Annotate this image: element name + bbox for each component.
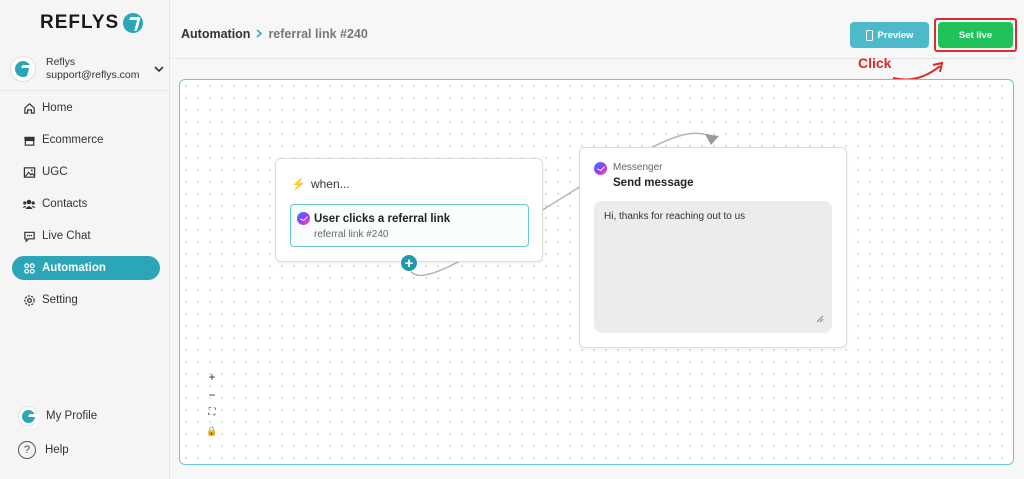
help-label: Help: [45, 444, 69, 456]
zoom-out-button[interactable]: −: [204, 386, 220, 404]
account-name: Reflys: [46, 56, 76, 68]
image-icon: [22, 165, 36, 179]
sidebar-item-label: Live Chat: [42, 230, 91, 242]
fit-view-button[interactable]: ⛶: [204, 404, 220, 422]
set-live-label: Set live: [958, 29, 993, 41]
trigger-event-detail: referral link #240: [314, 229, 389, 240]
sidebar-item-live-chat[interactable]: Live Chat: [12, 224, 160, 248]
chevron-down-icon[interactable]: [154, 62, 164, 76]
action-header: Messenger Send message: [594, 162, 694, 189]
zoom-in-button[interactable]: +: [204, 368, 220, 386]
canvas-controls: + − ⛶ 🔒: [204, 368, 220, 440]
sidebar-item-label: Automation: [42, 262, 106, 274]
sidebar-item-setting[interactable]: Setting: [12, 288, 160, 312]
brand-mark-icon: [123, 13, 144, 33]
add-step-button[interactable]: +: [400, 254, 418, 272]
brand-name: REFLYS: [40, 12, 120, 33]
trigger-event-row: User clicks a referral link: [297, 212, 450, 225]
sidebar-nav: Home Ecommerce UGC Contacts Live Chat Au…: [12, 96, 160, 320]
lightning-icon: ⚡: [291, 177, 306, 191]
sidebar-item-automation[interactable]: Automation: [12, 256, 160, 280]
account-switcher[interactable]: Reflys support@reflys.com: [8, 48, 168, 90]
sidebar: REFLYS Reflys support@reflys.com Home Ec…: [0, 0, 170, 479]
automation-icon: [22, 261, 36, 275]
gear-icon: [22, 293, 36, 307]
trigger-event[interactable]: User clicks a referral link referral lin…: [290, 204, 529, 247]
phone-icon: [865, 29, 873, 41]
chat-icon: [22, 229, 36, 243]
chevron-right-icon: [256, 27, 263, 41]
breadcrumb-current: referral link #240: [268, 27, 368, 41]
sidebar-item-label: Ecommerce: [42, 134, 104, 146]
sidebar-item-label: Setting: [42, 294, 78, 306]
my-profile-label: My Profile: [46, 410, 98, 422]
messenger-icon: [594, 162, 607, 175]
message-text: Hi, thanks for reaching out to us: [604, 211, 746, 222]
sidebar-item-home[interactable]: Home: [12, 96, 160, 120]
profile-avatar: [18, 406, 38, 426]
brand-mark-icon: [15, 61, 31, 77]
action-channel: Messenger: [613, 162, 663, 173]
store-icon: [22, 133, 36, 147]
trigger-event-label: User clicks a referral link: [314, 212, 451, 225]
trigger-title: ⚡ when...: [291, 177, 350, 191]
sidebar-item-ecommerce[interactable]: Ecommerce: [12, 128, 160, 152]
action-node[interactable]: Messenger Send message Hi, thanks for re…: [579, 147, 847, 348]
action-title: Send message: [613, 177, 694, 189]
app-root: REFLYS Reflys support@reflys.com Home Ec…: [0, 0, 1024, 479]
message-textarea[interactable]: Hi, thanks for reaching out to us: [594, 201, 832, 333]
preview-label: Preview: [877, 29, 914, 41]
brand-mark-icon: [21, 409, 35, 423]
help-link[interactable]: ? Help: [18, 441, 69, 459]
resize-handle-icon[interactable]: [816, 315, 824, 325]
sidebar-item-label: UGC: [42, 166, 68, 178]
messenger-icon: [297, 212, 310, 225]
click-annotation-label: Click: [858, 55, 892, 71]
my-profile-link[interactable]: My Profile: [18, 406, 97, 426]
sidebar-divider: [0, 90, 170, 91]
sidebar-item-label: Home: [42, 102, 73, 114]
top-header: Automation referral link #240 Preview Se…: [170, 0, 1024, 60]
account-info: Reflys support@reflys.com: [46, 56, 140, 82]
account-email: support@reflys.com: [46, 69, 140, 81]
brand-logo[interactable]: REFLYS: [40, 12, 144, 34]
sidebar-item-ugc[interactable]: UGC: [12, 160, 160, 184]
breadcrumb: Automation referral link #240: [181, 27, 368, 41]
preview-button[interactable]: Preview: [850, 22, 929, 48]
account-avatar: [10, 56, 36, 82]
help-icon: ?: [18, 441, 36, 459]
trigger-title-text: when...: [310, 177, 350, 191]
set-live-button[interactable]: Set live: [938, 22, 1013, 48]
sidebar-item-contacts[interactable]: Contacts: [12, 192, 160, 216]
breadcrumb-root[interactable]: Automation: [181, 27, 250, 41]
home-icon: [22, 101, 36, 115]
lock-button[interactable]: 🔒: [204, 422, 220, 440]
sidebar-item-label: Contacts: [42, 198, 88, 210]
users-icon: [22, 197, 36, 211]
trigger-node[interactable]: ⚡ when... User clicks a referral link re…: [275, 158, 543, 262]
